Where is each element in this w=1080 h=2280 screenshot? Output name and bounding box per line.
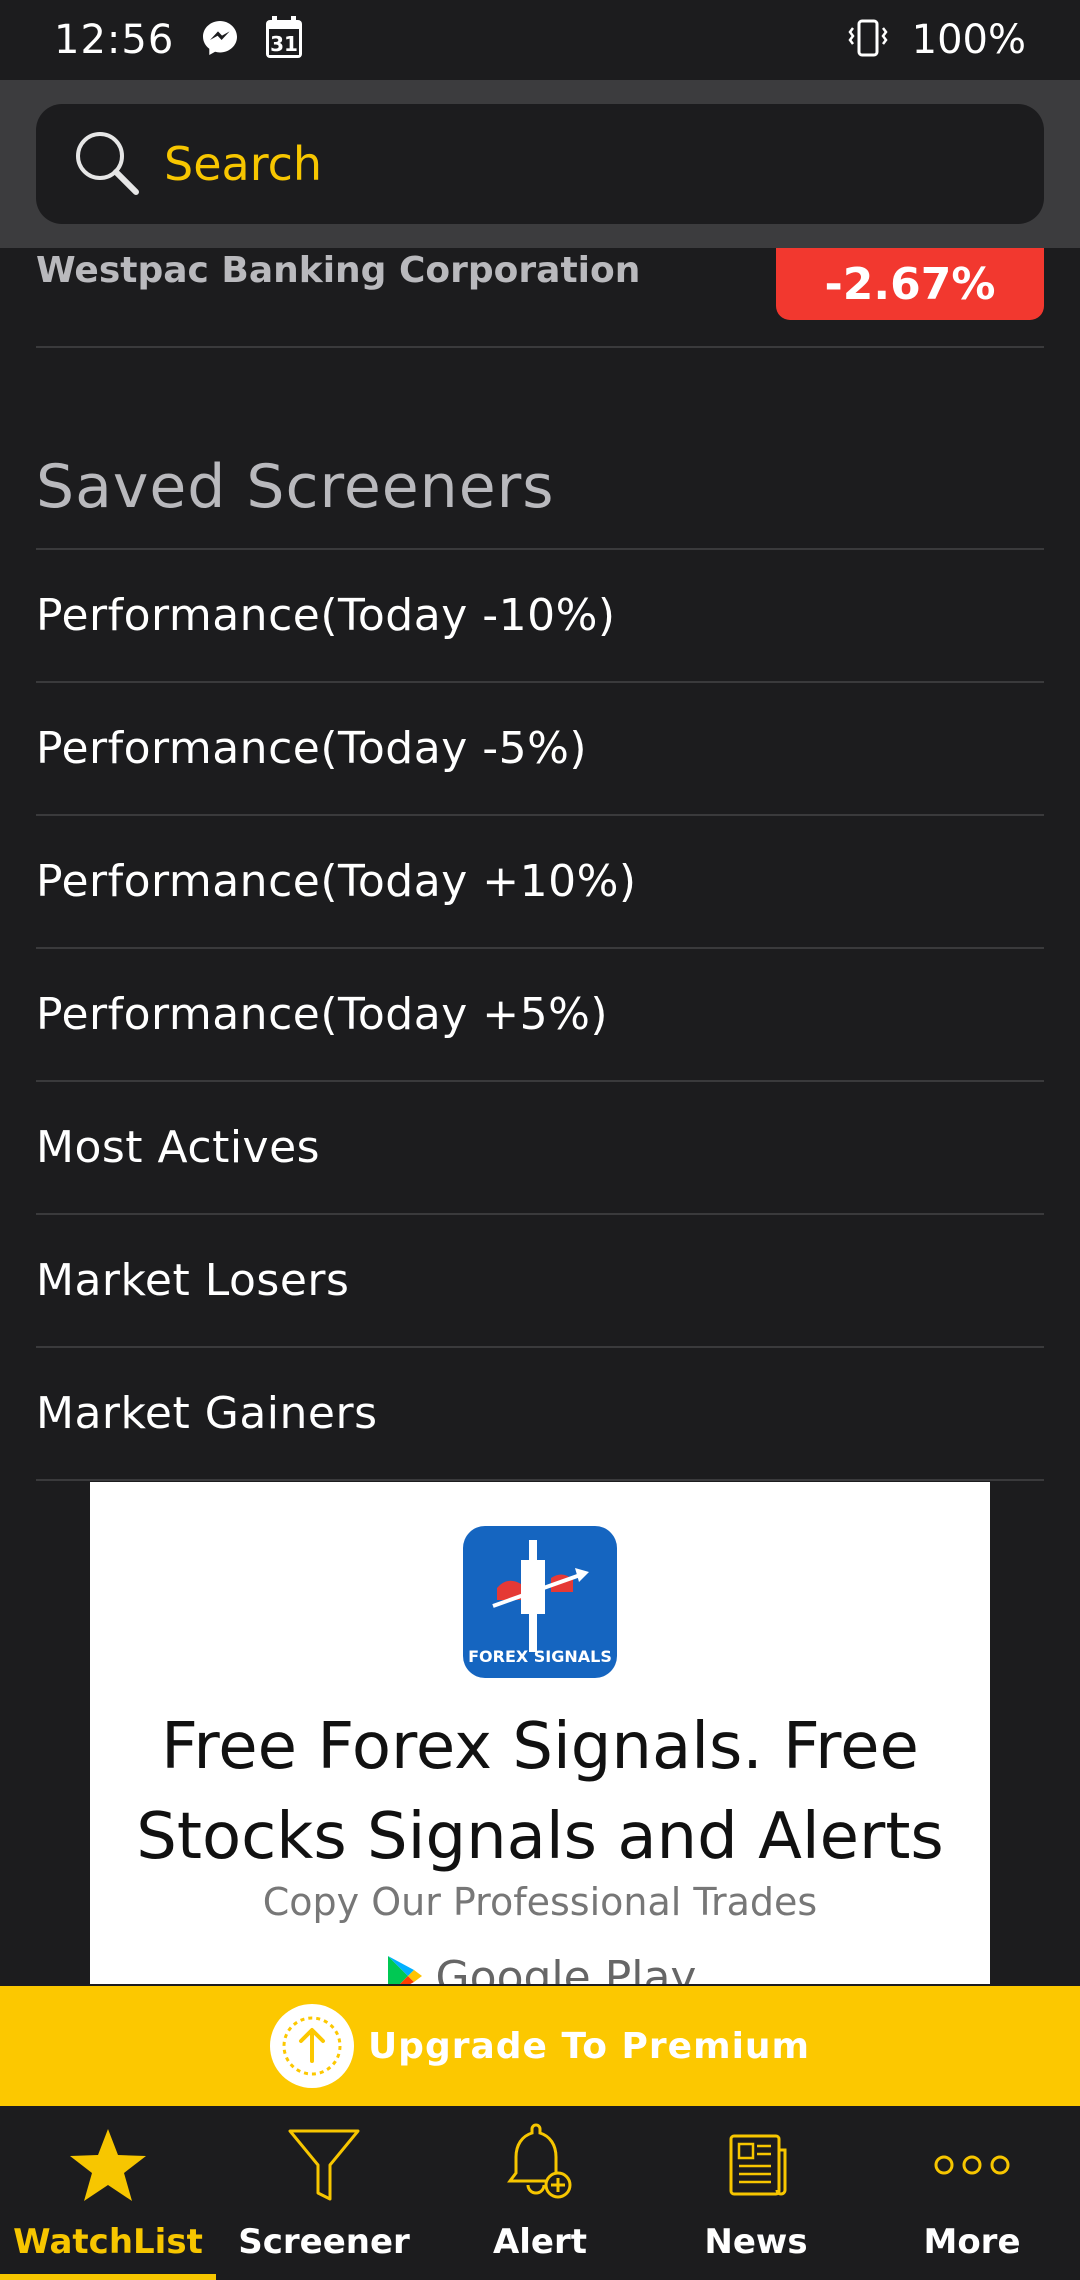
upgrade-label: Upgrade To Premium <box>367 2025 811 2067</box>
search-input[interactable]: Search <box>36 104 1044 224</box>
nav-label-watchlist: WatchList <box>13 2222 203 2262</box>
star-icon <box>66 2120 150 2210</box>
status-time: 12:56 <box>54 17 175 63</box>
screener-item-performance-plus-10[interactable]: Performance(Today +10%) <box>36 816 1044 949</box>
google-play-badge[interactable]: Google Play <box>90 1952 990 1984</box>
search-header: Search <box>0 80 1080 248</box>
google-play-label: Google Play <box>435 1952 697 1984</box>
stock-name: Westpac Banking Corporation <box>36 250 641 291</box>
nav-more[interactable]: More <box>864 2106 1080 2280</box>
search-icon <box>70 126 142 202</box>
screener-item-market-losers[interactable]: Market Losers <box>36 1215 1044 1348</box>
nav-alert[interactable]: Alert <box>432 2106 648 2280</box>
battery-level: 100% <box>911 17 1026 63</box>
forex-signals-logo: FOREX SIGNALS <box>463 1526 617 1678</box>
status-bar: 12:56 31 100% <box>0 0 1080 80</box>
nav-label-alert: Alert <box>492 2222 588 2262</box>
funnel-icon <box>286 2120 362 2210</box>
calendar-day: 31 <box>270 32 298 56</box>
nav-label-more: More <box>923 2222 1021 2262</box>
screener-item-performance-plus-5[interactable]: Performance(Today +5%) <box>36 949 1044 1082</box>
screener-item-performance-minus-5[interactable]: Performance(Today -5%) <box>36 683 1044 816</box>
bottom-nav: WatchList Screener Alert News More <box>0 2106 1080 2280</box>
status-system-icons: 100% <box>846 17 1026 63</box>
screener-item-most-actives[interactable]: Most Actives <box>36 1082 1044 1215</box>
nav-watchlist[interactable]: WatchList <box>0 2106 216 2280</box>
google-play-icon <box>384 1954 424 1984</box>
ad-banner[interactable]: FOREX SIGNALS Free Forex Signals. Free S… <box>90 1482 990 1984</box>
status-notification-icons: 31 <box>200 16 304 64</box>
screener-item-performance-minus-10[interactable]: Performance(Today -10%) <box>36 550 1044 683</box>
vibrate-icon <box>846 18 890 62</box>
stock-change-badge: -2.67% <box>776 248 1044 320</box>
messenger-icon <box>200 18 240 62</box>
bell-plus-icon <box>502 2120 578 2210</box>
watchlist-content: Westpac Banking Corporation -2.67% Saved… <box>0 248 1080 1984</box>
screener-item-market-gainers[interactable]: Market Gainers <box>36 1348 1044 1481</box>
newspaper-icon <box>721 2120 791 2210</box>
upgrade-arrow-icon <box>269 2004 354 2088</box>
upgrade-premium-button[interactable]: Upgrade To Premium <box>0 1986 1080 2106</box>
ad-title: Free Forex Signals. Free Stocks Signals … <box>136 1710 944 1874</box>
saved-screeners-title: Saved Screeners <box>36 452 555 522</box>
more-dots-icon <box>932 2120 1012 2210</box>
nav-label-screener: Screener <box>238 2222 410 2262</box>
saved-screeners-list: Performance(Today -10%) Performance(Toda… <box>36 550 1044 1481</box>
nav-active-indicator <box>0 2274 216 2280</box>
nav-screener[interactable]: Screener <box>216 2106 432 2280</box>
nav-label-news: News <box>704 2222 808 2262</box>
nav-news[interactable]: News <box>648 2106 864 2280</box>
calendar-icon: 31 <box>264 16 304 64</box>
ad-subtitle: Copy Our Professional Trades <box>262 1880 818 1924</box>
search-placeholder: Search <box>164 137 323 191</box>
ad-logo-label: FOREX SIGNALS <box>468 1647 612 1666</box>
watchlist-row[interactable]: Westpac Banking Corporation -2.67% <box>36 248 1044 348</box>
